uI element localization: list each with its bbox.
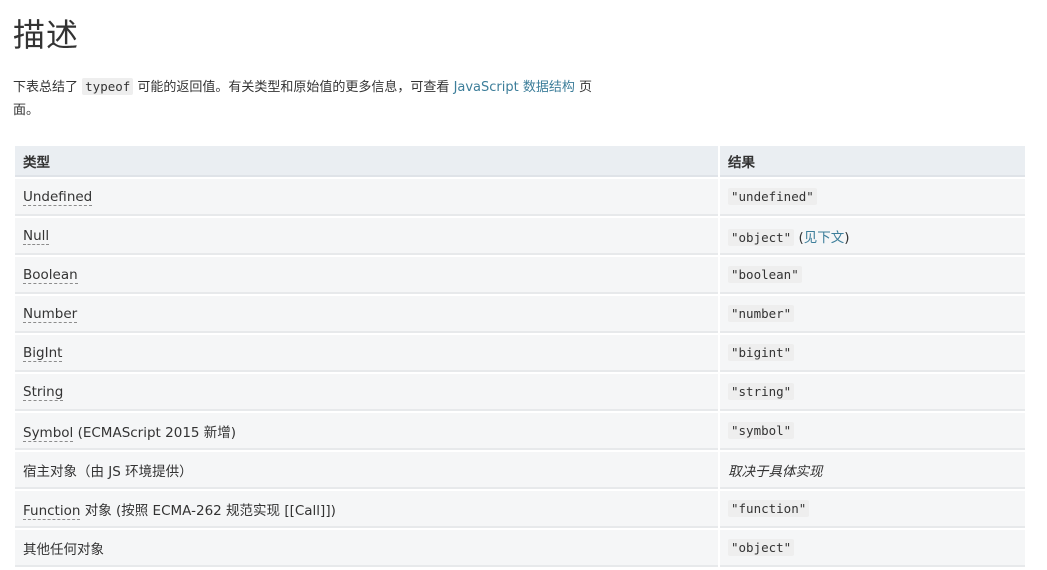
result-code: "number"	[728, 304, 795, 322]
result-cell: 取决于具体实现	[720, 452, 1025, 489]
page-title: 描述	[13, 16, 80, 54]
table-row: String "string"	[15, 374, 1025, 411]
table-row: Boolean "boolean"	[15, 257, 1025, 294]
result-close-paren: )	[844, 229, 850, 246]
table-row: Number "number"	[15, 296, 1025, 333]
intro-paragraph: 下表总结了 typeof 可能的返回值。有关类型和原始值的更多信息，可查看 Ja…	[13, 75, 603, 122]
data-structures-link[interactable]: JavaScript 数据结构	[454, 80, 575, 95]
type-cell: 其他任何对象	[15, 530, 718, 567]
type-cell: Number	[15, 296, 718, 333]
type-term[interactable]: Function	[23, 502, 81, 520]
type-text: 其他任何对象	[23, 541, 104, 558]
result-code: "string"	[728, 382, 795, 400]
header-result: 结果	[720, 146, 1025, 177]
result-cell: "object"	[720, 530, 1025, 567]
result-open-paren: (	[794, 229, 804, 246]
result-code: "boolean"	[728, 265, 802, 283]
table-header-row: 类型 结果	[15, 146, 1025, 177]
intro-text-middle: 可能的返回值。有关类型和原始值的更多信息，可查看	[133, 80, 454, 95]
result-cell: "symbol"	[720, 413, 1025, 450]
type-cell: Function 对象 (按照 ECMA-262 规范实现 [[Call]])	[15, 491, 718, 528]
typeof-results-table: 类型 结果 Undefined "undefined" Null "object…	[13, 144, 1027, 569]
table-row: Null "object" (见下文)	[15, 218, 1025, 255]
type-cell: 宿主对象（由 JS 环境提供）	[15, 452, 718, 489]
intro-text-before: 下表总结了	[13, 80, 83, 95]
result-cell: "bigint"	[720, 335, 1025, 372]
result-cell: "function"	[720, 491, 1025, 528]
type-suffix: (ECMAScript 2015 新增)	[73, 424, 237, 441]
type-cell: Boolean	[15, 257, 718, 294]
result-code: "symbol"	[728, 421, 795, 439]
result-cell: "number"	[720, 296, 1025, 333]
type-cell: Undefined	[15, 179, 718, 216]
result-code: "object"	[728, 538, 795, 556]
type-cell: Null	[15, 218, 718, 255]
type-term[interactable]: Null	[23, 227, 50, 245]
result-cell: "undefined"	[720, 179, 1025, 216]
table-row: 宿主对象（由 JS 环境提供） 取决于具体实现	[15, 452, 1025, 489]
type-term[interactable]: BigInt	[23, 344, 63, 362]
result-text: 取决于具体实现	[728, 463, 823, 480]
header-type: 类型	[15, 146, 718, 177]
type-cell: String	[15, 374, 718, 411]
result-code: "object"	[728, 228, 795, 246]
result-cell: "boolean"	[720, 257, 1025, 294]
typeof-code: typeof	[82, 78, 134, 95]
result-cell: "string"	[720, 374, 1025, 411]
result-code: "function"	[728, 499, 810, 517]
table-row: 其他任何对象 "object"	[15, 530, 1025, 567]
table-row: BigInt "bigint"	[15, 335, 1025, 372]
table-row: Function 对象 (按照 ECMA-262 规范实现 [[Call]]) …	[15, 491, 1025, 528]
type-term[interactable]: Symbol	[23, 424, 74, 442]
result-code: "undefined"	[728, 187, 817, 205]
result-cell: "object" (见下文)	[720, 218, 1025, 255]
see-below-link[interactable]: 见下文	[804, 230, 845, 246]
result-code: "bigint"	[728, 343, 795, 361]
table-row: Symbol (ECMAScript 2015 新增) "symbol"	[15, 413, 1025, 450]
type-term[interactable]: Boolean	[23, 266, 78, 284]
table-row: Undefined "undefined"	[15, 179, 1025, 216]
type-suffix: 对象 (按照 ECMA-262 规范实现 [[Call]])	[80, 502, 336, 519]
type-term[interactable]: Undefined	[23, 188, 93, 206]
type-term[interactable]: Number	[23, 305, 78, 323]
type-text: 宿主对象（由 JS 环境提供）	[23, 463, 193, 480]
type-term[interactable]: String	[23, 383, 64, 401]
type-cell: BigInt	[15, 335, 718, 372]
type-cell: Symbol (ECMAScript 2015 新增)	[15, 413, 718, 450]
